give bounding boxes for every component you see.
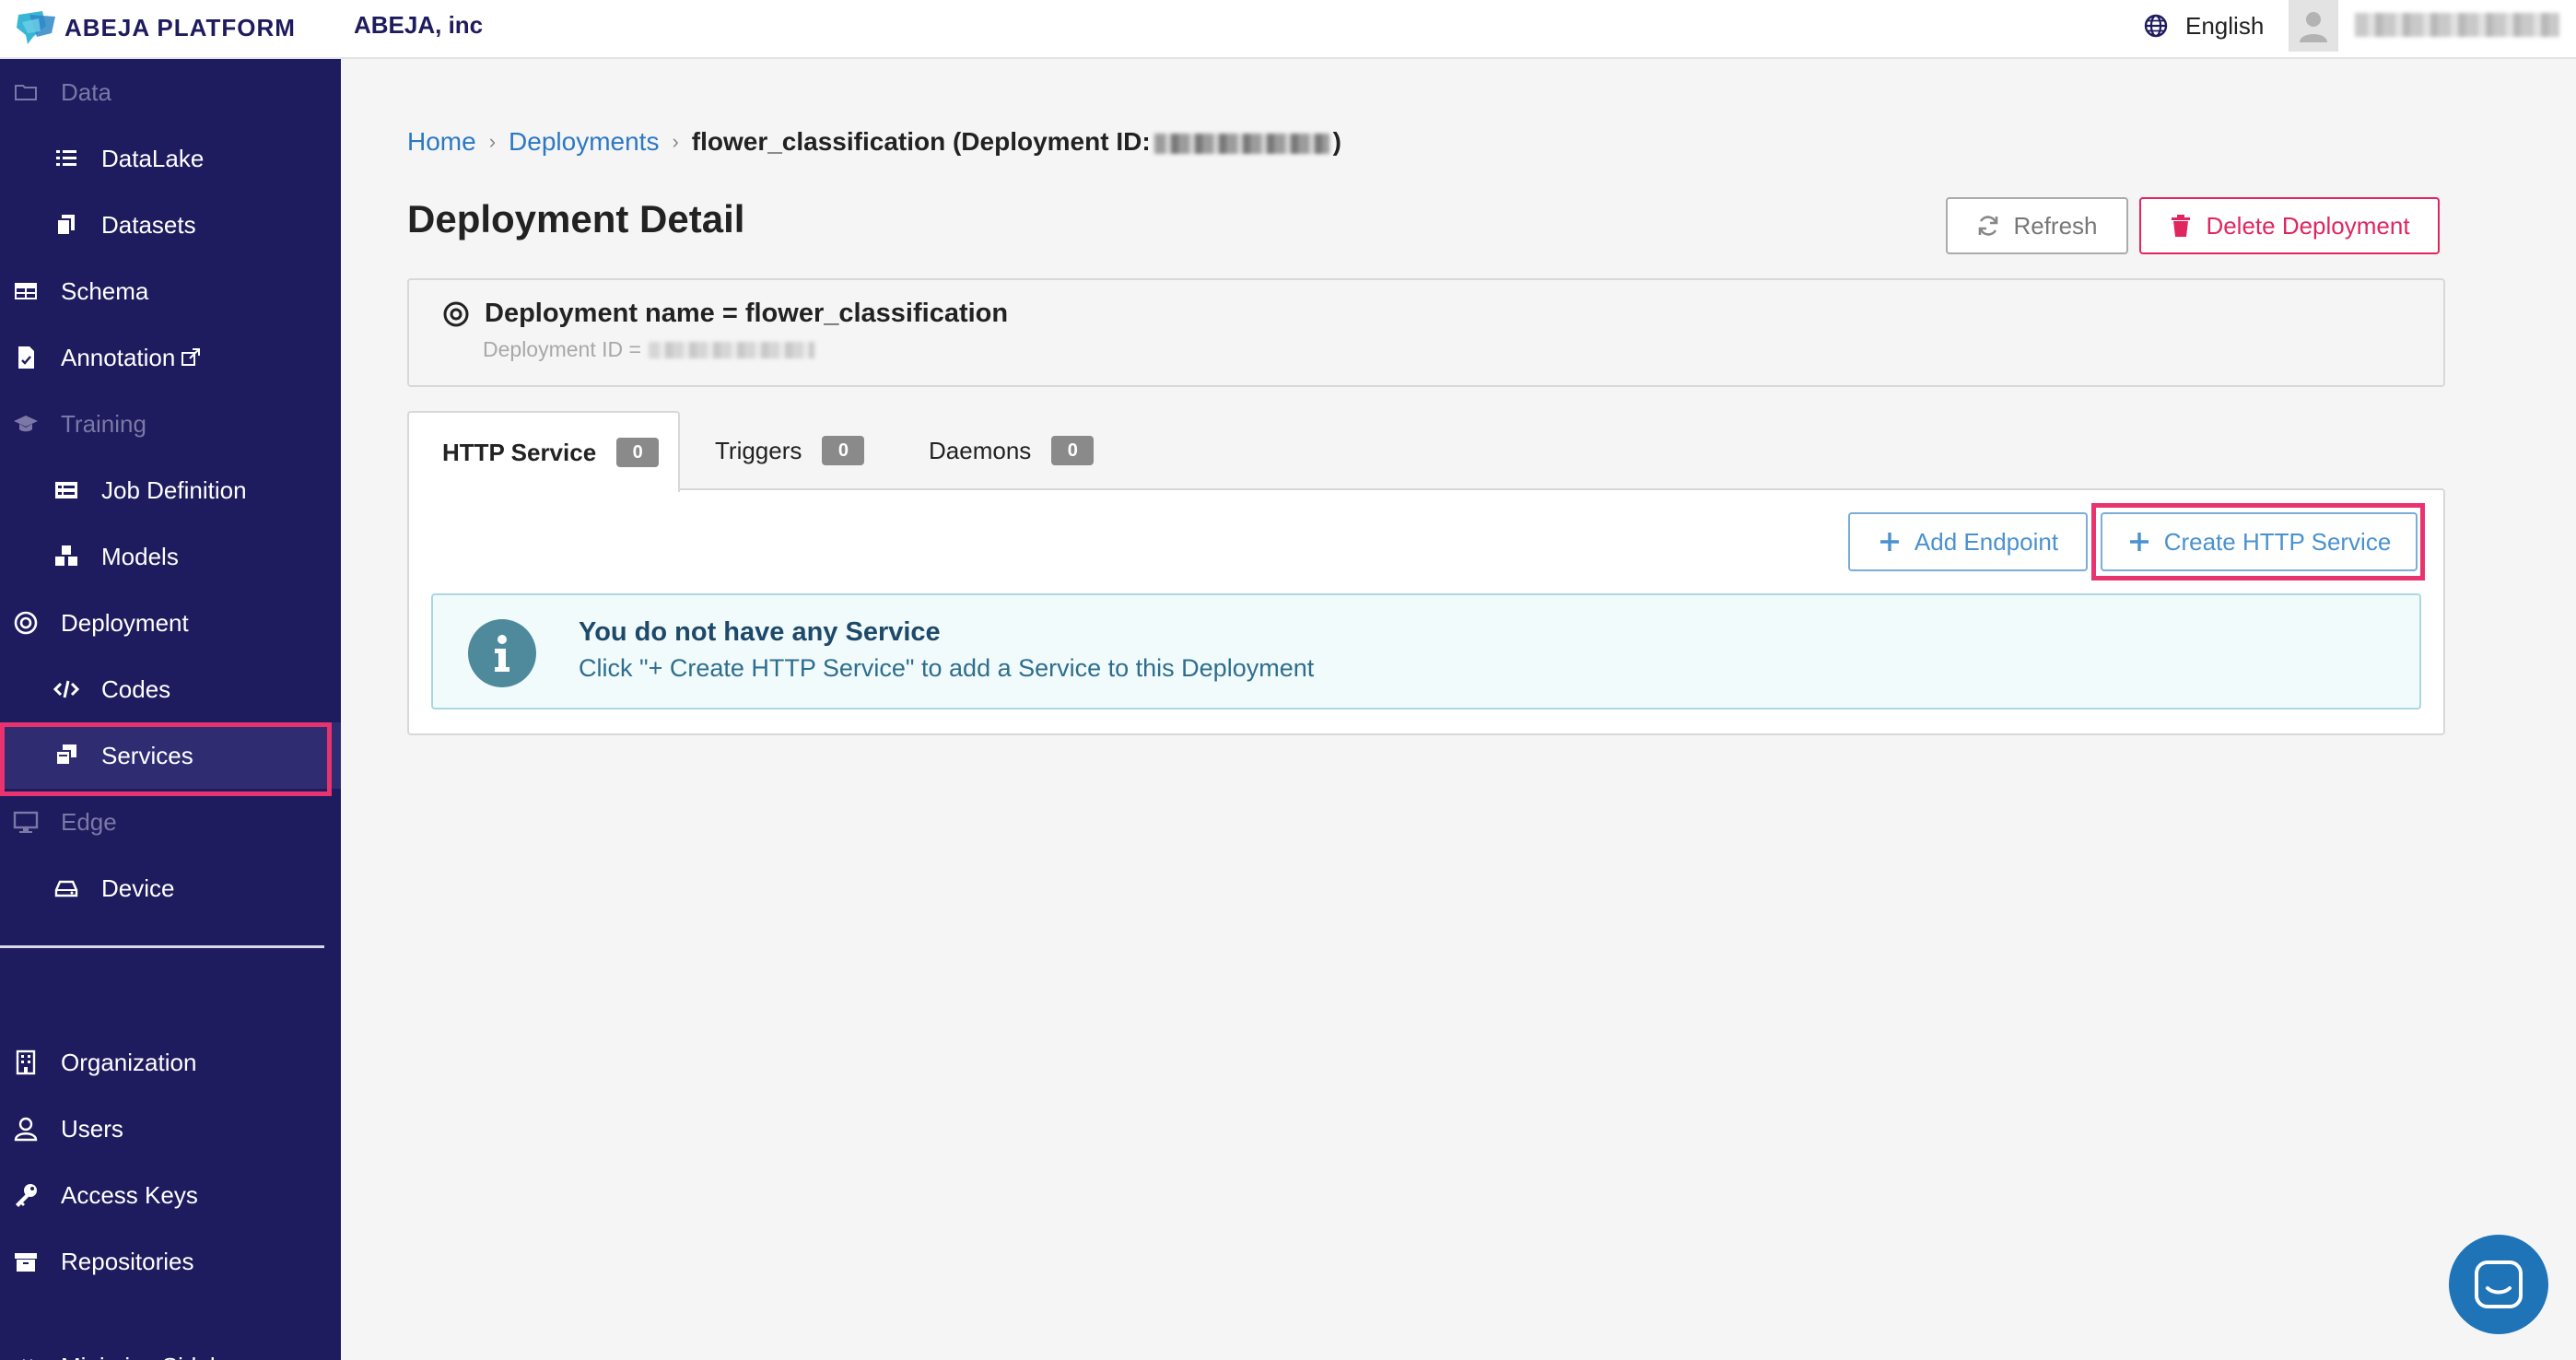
add-endpoint-label: Add Endpoint — [1914, 527, 2059, 556]
chat-icon — [2475, 1260, 2523, 1308]
copy-icon — [53, 212, 79, 238]
deployment-summary: Deployment name = flower_classification … — [407, 278, 2445, 387]
target-icon — [13, 610, 39, 636]
abeja-logo[interactable]: ABEJA PLATFORM — [15, 7, 296, 48]
sidebar: Data DataLake Datasets Schema Annotation… — [0, 59, 341, 1360]
code-icon — [53, 676, 79, 702]
create-http-service-highlight-box — [2091, 503, 2425, 580]
target-icon — [443, 301, 469, 326]
tab-triggers[interactable]: Triggers 0 — [715, 411, 918, 490]
double-chevron-left-icon — [13, 1354, 39, 1360]
box-icon — [13, 1249, 39, 1274]
add-endpoint-button[interactable]: Add Endpoint — [1848, 512, 2088, 571]
breadcrumb-separator-icon: › — [672, 130, 679, 153]
building-icon — [13, 1049, 39, 1075]
folder-icon — [13, 79, 39, 105]
delete-deployment-button[interactable]: Delete Deployment — [2139, 197, 2440, 254]
abeja-logo-icon — [17, 11, 55, 44]
username-redacted[interactable] — [2355, 13, 2559, 37]
sidebar-item-schema[interactable]: Schema — [0, 258, 341, 324]
logo-text: ABEJA PLATFORM — [64, 13, 296, 41]
table-icon — [13, 278, 39, 304]
sidebar-item-models[interactable]: Models — [0, 523, 341, 590]
plus-icon — [1879, 533, 1899, 551]
delete-deployment-label: Delete Deployment — [2206, 211, 2410, 240]
sidebar-category-edge: Edge — [0, 789, 341, 855]
refresh-label: Refresh — [2013, 211, 2098, 240]
language-label: English — [2185, 11, 2265, 40]
organization-name[interactable]: ABEJA, inc — [354, 9, 483, 41]
list-icon — [53, 146, 79, 171]
minimize-sidebar-button[interactable]: Minimize Sidebar — [0, 1333, 341, 1360]
empty-state-message: You do not have any Service Click "+ Cre… — [431, 593, 2421, 709]
trash-icon — [2172, 215, 2191, 237]
key-icon — [13, 1182, 39, 1208]
tab-count-badge: 0 — [1051, 436, 1095, 465]
services-highlight-box — [0, 722, 332, 796]
graduation-cap-icon — [13, 411, 39, 437]
user-icon — [13, 1116, 39, 1142]
sidebar-item-job-definition[interactable]: Job Definition — [0, 457, 341, 523]
sidebar-item-codes[interactable]: Codes — [0, 656, 341, 722]
sidebar-item-datasets[interactable]: Datasets — [0, 192, 341, 258]
page-title: Deployment Detail — [407, 197, 745, 240]
external-link-icon — [181, 348, 201, 366]
annotation-icon — [13, 345, 39, 370]
refresh-button[interactable]: Refresh — [1946, 197, 2128, 254]
breadcrumb-current: flower_classification (Deployment ID:) — [691, 127, 1341, 156]
tab-daemons[interactable]: Daemons 0 — [929, 411, 1150, 490]
avatar[interactable] — [2289, 0, 2338, 52]
cubes-icon — [53, 544, 79, 569]
empty-state-text: Click "+ Create HTTP Service" to add a S… — [579, 654, 1315, 682]
tab-http-service[interactable]: HTTP Service 0 — [407, 411, 680, 492]
sidebar-item-annotation[interactable]: Annotation — [0, 324, 341, 391]
sidebar-item-organization[interactable]: Organization — [0, 1029, 341, 1096]
sidebar-item-datalake[interactable]: DataLake — [0, 125, 341, 192]
user-avatar-icon — [2300, 12, 2327, 42]
deployment-name: Deployment name = flower_classification — [485, 299, 1009, 328]
breadcrumb-separator-icon: › — [488, 130, 497, 153]
sidebar-category-training: Training — [0, 391, 341, 457]
deployment-id: Deployment ID = — [483, 337, 814, 362]
language-selector[interactable]: English — [2143, 7, 2264, 44]
breadcrumb-deployments[interactable]: Deployments — [509, 127, 659, 157]
monitor-icon — [13, 809, 39, 835]
breadcrumb: Home › Deployments › flower_classificati… — [407, 125, 1341, 158]
sidebar-item-device[interactable]: Device — [0, 855, 341, 921]
chat-widget-button[interactable] — [2449, 1235, 2548, 1334]
sidebar-category-data: Data — [0, 59, 341, 125]
sidebar-item-deployment[interactable]: Deployment — [0, 590, 341, 656]
top-bar: ABEJA PLATFORM ABEJA, inc English — [0, 0, 2576, 59]
info-icon — [468, 619, 536, 687]
sidebar-item-users[interactable]: Users — [0, 1096, 341, 1162]
globe-icon — [2144, 14, 2168, 38]
breadcrumb-home[interactable]: Home — [407, 127, 476, 157]
deployment-id-redacted — [1153, 133, 1329, 154]
tab-count-badge: 0 — [616, 438, 660, 467]
sidebar-item-access-keys[interactable]: Access Keys — [0, 1162, 341, 1228]
empty-state-title: You do not have any Service — [579, 617, 941, 647]
sidebar-divider — [0, 945, 324, 948]
hdd-icon — [53, 875, 79, 901]
sidebar-item-repositories[interactable]: Repositories — [0, 1228, 341, 1295]
refresh-icon — [1979, 216, 1998, 236]
tab-count-badge: 0 — [822, 436, 865, 465]
deployment-id-redacted — [648, 341, 814, 358]
job-definition-icon — [53, 477, 79, 503]
